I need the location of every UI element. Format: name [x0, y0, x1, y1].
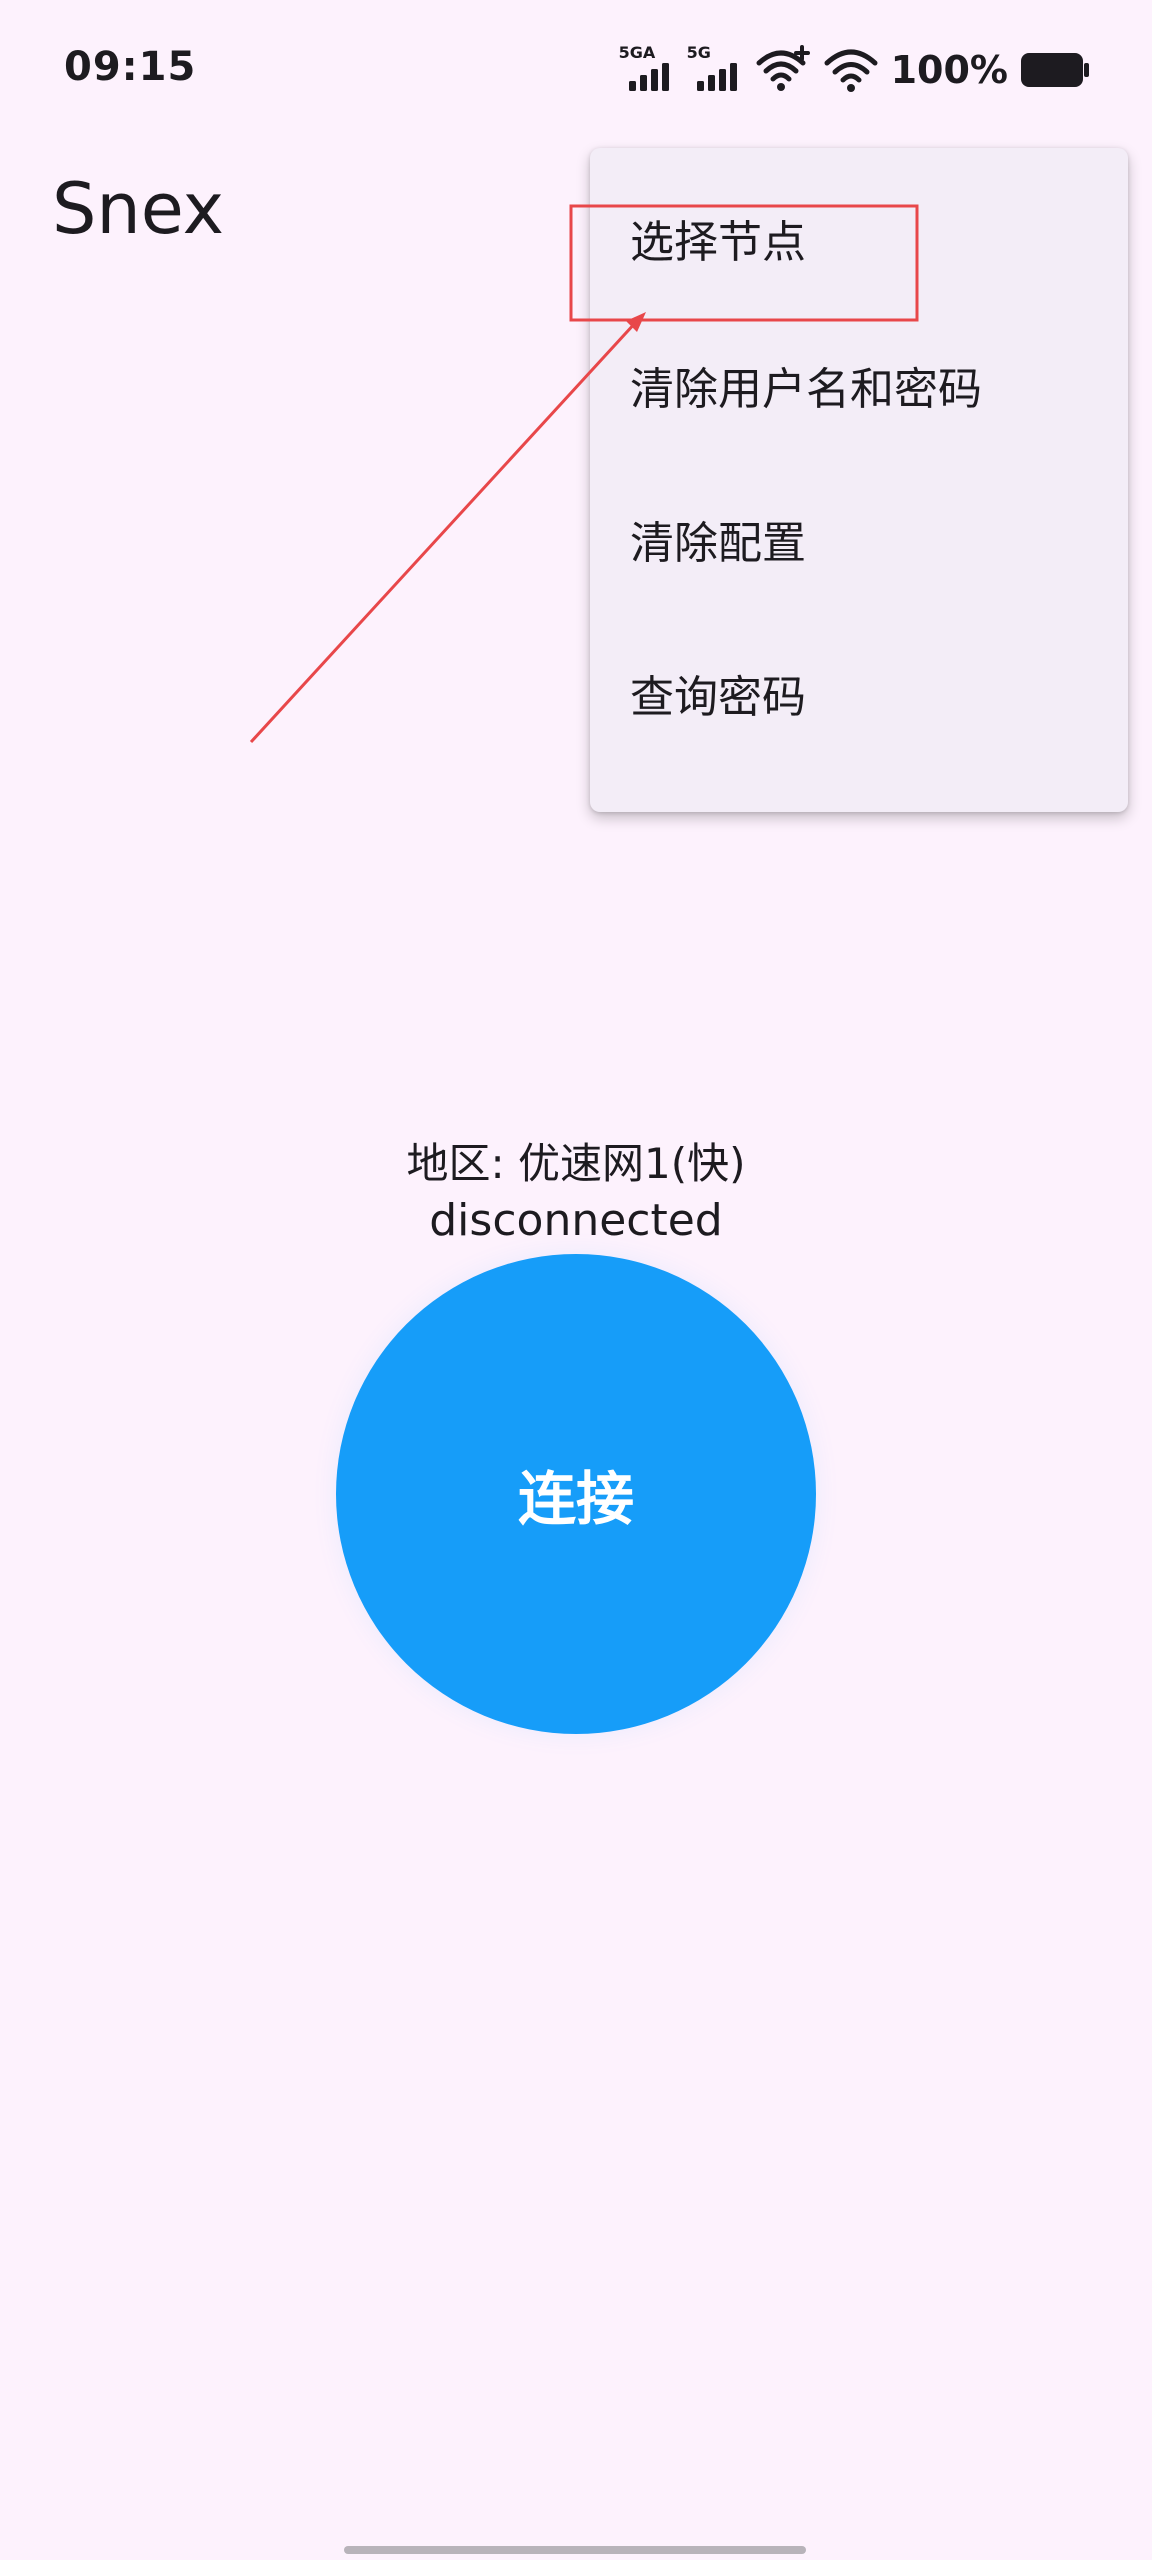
menu-item-select-node[interactable]: 选择节点 — [590, 168, 1128, 308]
battery-icon — [1021, 53, 1089, 87]
menu-item-clear-credentials[interactable]: 清除用户名和密码 — [590, 308, 1128, 462]
region-label: 地区: 优速网1(快) — [406, 1139, 746, 1188]
connection-status: disconnected — [429, 1195, 723, 1246]
overflow-menu: 选择节点 清除用户名和密码 清除配置 查询密码 — [590, 148, 1128, 812]
signal-5ga-icon: 5GA — [619, 45, 675, 95]
status-bar: 09:15 5GA 5G 100% — [0, 0, 1152, 140]
wifi-icon — [824, 49, 878, 92]
signal-5g-icon: 5G — [687, 45, 743, 95]
connect-button[interactable]: 连接 — [336, 1254, 816, 1734]
wifi-plus-icon — [756, 45, 810, 91]
status-time: 09:15 — [64, 44, 197, 90]
status-icons: 5GA 5G 100% — [619, 40, 1090, 100]
app-title: Snex — [52, 168, 225, 250]
menu-item-clear-config[interactable]: 清除配置 — [590, 462, 1128, 616]
battery-percent: 100% — [890, 48, 1008, 92]
home-indicator[interactable] — [344, 2546, 806, 2554]
menu-item-query-password[interactable]: 查询密码 — [590, 616, 1128, 770]
annotation-arrow-line — [249, 320, 638, 744]
